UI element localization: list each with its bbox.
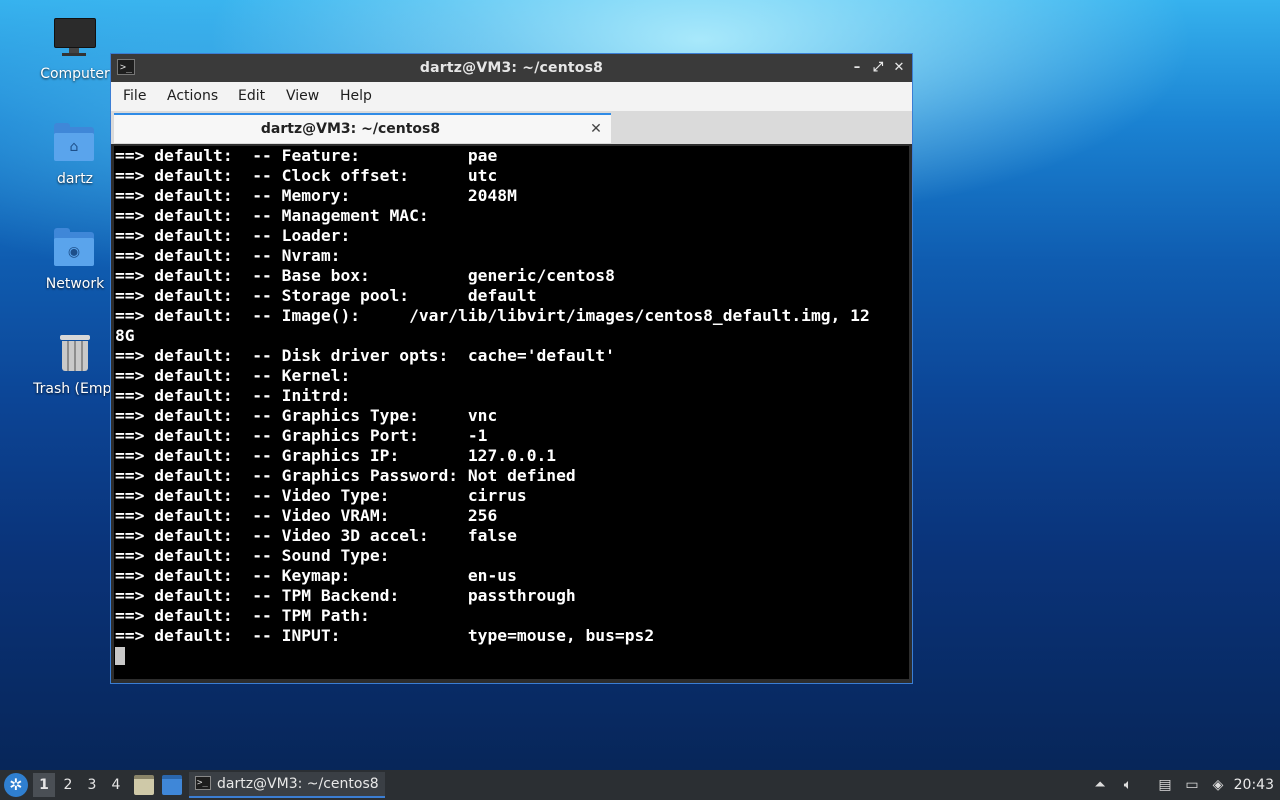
clock: 20:43 xyxy=(1233,777,1274,793)
terminal-line: ==> default: -- Storage pool: default xyxy=(115,286,537,305)
terminal-line: 8G xyxy=(115,326,135,345)
network-icon[interactable]: ▭ xyxy=(1182,775,1202,795)
terminal-cursor xyxy=(115,647,125,665)
terminal-line: ==> default: -- Video Type: cirrus xyxy=(115,486,527,505)
maximize-button[interactable]: ⤢ xyxy=(868,58,888,78)
taskbar: ✲ 1 2 3 4 >_ dartz@VM3: ~/centos8 ⏶ 🔈︎ ▤… xyxy=(0,770,1280,800)
start-menu-icon[interactable]: ✲ xyxy=(4,773,28,797)
workspace-3[interactable]: 3 xyxy=(81,773,103,797)
terminal-line: ==> default: -- Graphics IP: 127.0.0.1 xyxy=(115,446,557,465)
terminal-line: ==> default: -- INPUT: type=mouse, bus=p… xyxy=(115,626,655,645)
home-folder-icon: ⌂ xyxy=(52,121,98,165)
terminal-line: ==> default: -- Clock offset: utc xyxy=(115,166,498,185)
menu-edit[interactable]: Edit xyxy=(234,82,269,111)
window-title: dartz@VM3: ~/centos8 xyxy=(419,60,604,76)
workspace-2[interactable]: 2 xyxy=(57,773,79,797)
window-titlebar[interactable]: >_ dartz@VM3: ~/centos8 – ⤢ ✕ xyxy=(111,54,912,82)
terminal-line: ==> default: -- Disk driver opts: cache=… xyxy=(115,346,615,365)
terminal-output[interactable]: ==> default: -- Feature: pae ==> default:… xyxy=(114,146,909,679)
terminal-line: ==> default: -- Base box: generic/centos… xyxy=(115,266,615,285)
tab-terminal[interactable]: dartz@VM3: ~/centos8 ✕ xyxy=(114,113,611,143)
terminal-line: ==> default: -- Nvram: xyxy=(115,246,341,265)
tab-label: dartz@VM3: ~/centos8 xyxy=(260,121,441,137)
clipboard-icon[interactable]: ▤ xyxy=(1155,775,1175,795)
computer-icon xyxy=(52,16,98,60)
terminal-line: ==> default: -- Sound Type: xyxy=(115,546,390,565)
menu-view[interactable]: View xyxy=(282,82,323,111)
terminal-line: ==> default: -- Graphics Password: Not d… xyxy=(115,466,576,485)
terminal-line: ==> default: -- Keymap: en-us xyxy=(115,566,517,585)
terminal-line: ==> default: -- Management MAC: xyxy=(115,206,429,225)
terminal-window[interactable]: >_ dartz@VM3: ~/centos8 – ⤢ ✕ File Actio… xyxy=(110,53,913,684)
terminal-line: ==> default: -- Feature: pae xyxy=(115,146,498,165)
terminal-line: ==> default: -- Video VRAM: 256 xyxy=(115,506,498,525)
close-button[interactable]: ✕ xyxy=(889,58,909,78)
menu-file[interactable]: File xyxy=(119,82,150,111)
workspace-1[interactable]: 1 xyxy=(33,773,55,797)
desktop: Computer ⌂ dartz ◉ Network Trash (Empt >… xyxy=(0,0,1280,770)
tab-close-icon[interactable]: ✕ xyxy=(587,119,605,139)
terminal-line: ==> default: -- TPM Backend: passthrough xyxy=(115,586,576,605)
updates-icon[interactable]: ◈ xyxy=(1208,775,1228,795)
menu-actions[interactable]: Actions xyxy=(163,82,222,111)
menu-bar: File Actions Edit View Help xyxy=(111,82,912,111)
workspace-4[interactable]: 4 xyxy=(105,773,127,797)
taskbar-window-button[interactable]: >_ dartz@VM3: ~/centos8 xyxy=(189,772,385,798)
network-folder-icon: ◉ xyxy=(52,226,98,270)
terminal-line: ==> default: -- TPM Path: xyxy=(115,606,370,625)
volume-icon[interactable]: 🔈︎ xyxy=(1118,775,1138,795)
terminal-line: ==> default: -- Kernel: xyxy=(115,366,351,385)
menu-help[interactable]: Help xyxy=(336,82,376,111)
terminal-line: ==> default: -- Graphics Type: vnc xyxy=(115,406,498,425)
taskbar-window-label: dartz@VM3: ~/centos8 xyxy=(217,776,379,792)
terminal-prompt-line[interactable] xyxy=(115,646,909,666)
trash-icon xyxy=(52,331,98,375)
terminal-line: ==> default: -- Graphics Port: -1 xyxy=(115,426,488,445)
tray-up-arrow-icon[interactable]: ⏶ xyxy=(1090,775,1110,795)
terminal-line: ==> default: -- Memory: 2048M xyxy=(115,186,517,205)
minimize-button[interactable]: – xyxy=(847,58,867,78)
terminal-icon: >_ xyxy=(195,776,211,790)
show-desktop-icon[interactable] xyxy=(162,775,182,795)
terminal-line: ==> default: -- Image(): /var/lib/libvir… xyxy=(115,306,870,325)
terminal-line: ==> default: -- Loader: xyxy=(115,226,351,245)
tab-bar: dartz@VM3: ~/centos8 ✕ xyxy=(111,111,912,144)
file-manager-icon[interactable] xyxy=(134,775,154,795)
terminal-line: ==> default: -- Initrd: xyxy=(115,386,351,405)
terminal-line: ==> default: -- Video 3D accel: false xyxy=(115,526,517,545)
